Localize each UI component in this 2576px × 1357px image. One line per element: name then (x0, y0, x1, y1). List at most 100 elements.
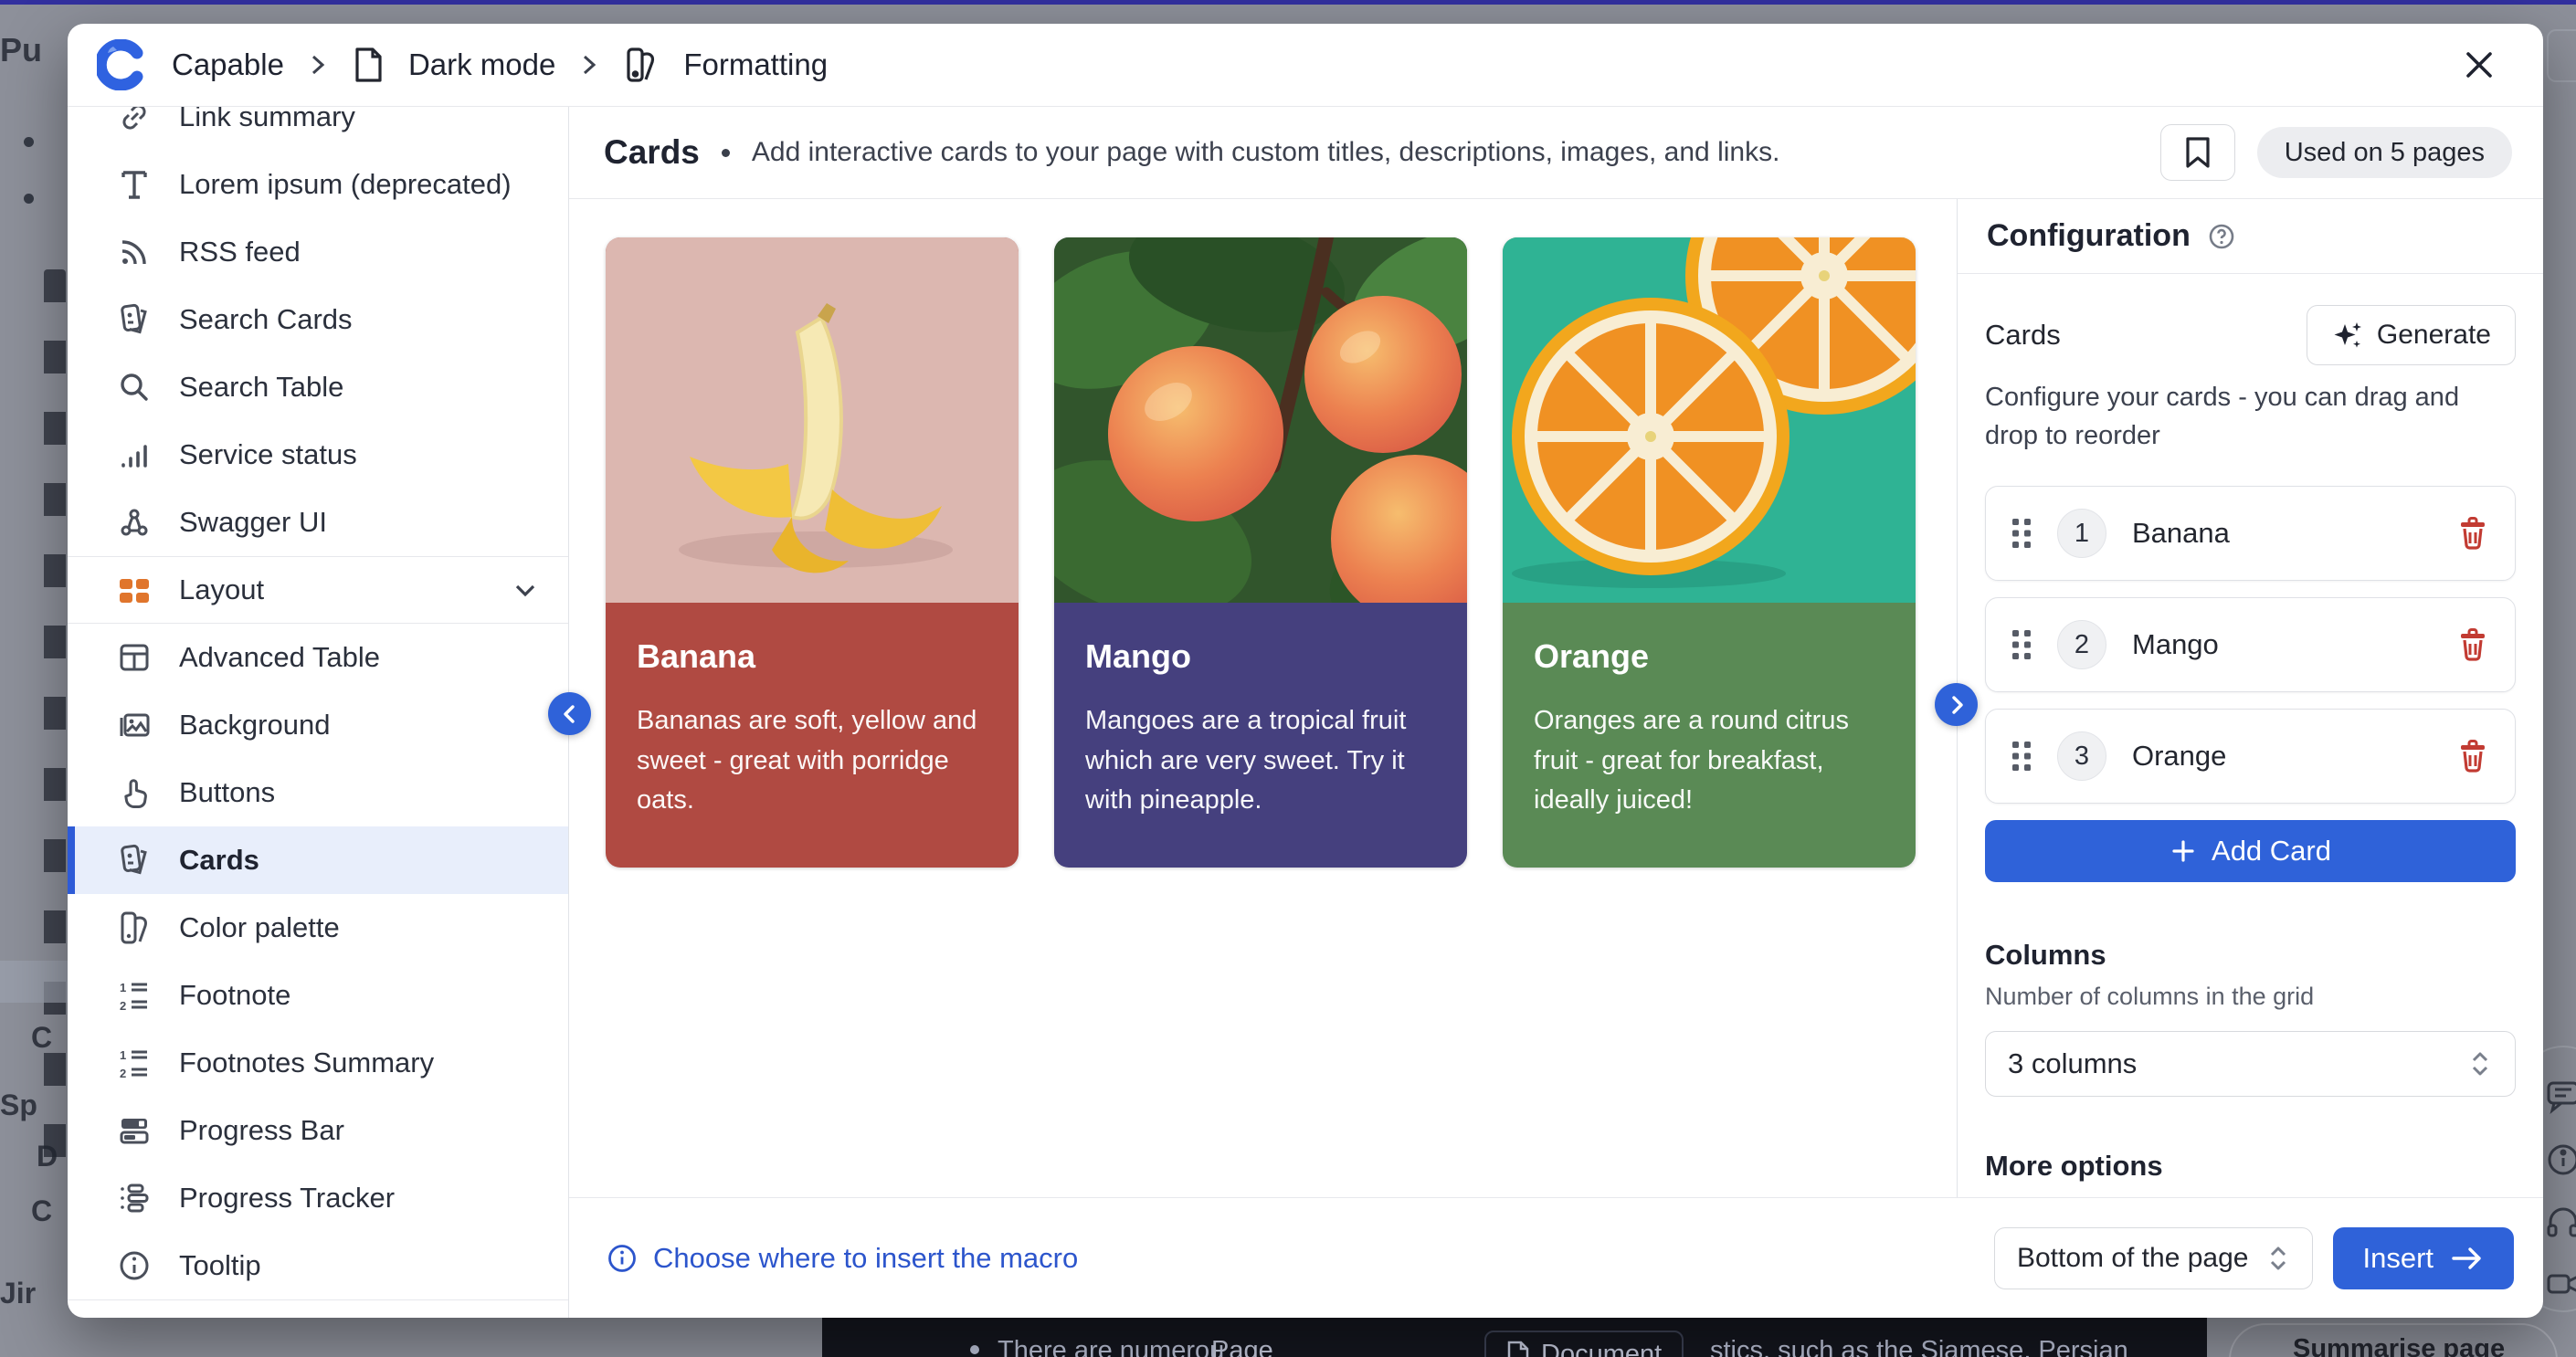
sidebar-item-footnotes-summary[interactable]: 12 Footnotes Summary (68, 1029, 568, 1097)
search-icon (115, 368, 153, 406)
preview-card-mango[interactable]: Mango Mangoes are a tropical fruit which… (1054, 237, 1467, 868)
breadcrumb-page[interactable]: Dark mode (408, 47, 555, 82)
card-row-label: Banana (2132, 517, 2230, 550)
progress-bar-icon (115, 1111, 153, 1150)
sidebar-item-search-cards[interactable]: Search Cards (68, 286, 568, 353)
cards-field-row: Cards Generate (1985, 305, 2516, 365)
sidebar-item-progress-bar[interactable]: Progress Bar (68, 1097, 568, 1164)
breadcrumb-app[interactable]: Capable (172, 47, 284, 82)
add-card-button[interactable]: Add Card (1985, 820, 2516, 882)
configuration-title: Configuration (1987, 218, 2191, 254)
breadcrumb-section[interactable]: Formatting (683, 47, 828, 82)
sidebar-item-swagger-ui[interactable]: Swagger UI (68, 489, 568, 556)
macro-main-column: Cards Add interactive cards to your page… (569, 107, 2543, 1318)
preview-card-orange[interactable]: Orange Oranges are a round citrus fruit … (1503, 237, 1916, 868)
swagger-icon (115, 503, 153, 542)
chevron-down-icon (510, 574, 541, 605)
sidebar-item-link-summary[interactable]: Link summary (68, 107, 568, 151)
columns-subtext: Number of columns in the grid (1985, 983, 2516, 1011)
sidebar-item-footnote[interactable]: 12 Footnote (68, 962, 568, 1029)
drag-handle-icon[interactable] (2011, 741, 2032, 772)
underlay-bullet (24, 194, 34, 204)
sidebar-item-progress-tracker[interactable]: Progress Tracker (68, 1164, 568, 1232)
video-icon (2545, 1266, 2576, 1302)
sidebar-item-media[interactable]: Media (68, 1300, 568, 1318)
underlay-text: Page (1211, 1336, 1273, 1357)
title-separator-dot (722, 149, 730, 157)
drag-handle-icon[interactable] (2011, 518, 2032, 549)
help-icon[interactable] (2207, 222, 2236, 251)
delete-card-button[interactable] (2456, 516, 2489, 551)
sidebar-item-color-palette[interactable]: Color palette (68, 894, 568, 962)
comment-icon (2545, 1078, 2576, 1114)
text-icon (115, 165, 153, 204)
ordered-list-icon: 12 (115, 1044, 153, 1082)
sidebar-item-service-status[interactable]: Service status (68, 421, 568, 489)
insert-position-value: Bottom of the page (2017, 1243, 2249, 1274)
macro-header: Cards Add interactive cards to your page… (569, 107, 2543, 199)
bookmark-icon (2184, 135, 2212, 170)
sidebar-section-layout[interactable]: Layout (68, 556, 568, 624)
cards-icon (115, 841, 153, 879)
macro-description: Add interactive cards to your page with … (752, 137, 1780, 168)
card-title: Banana (637, 637, 987, 676)
arrow-right-icon (2450, 1245, 2485, 1272)
more-options-section: More options Additional display settings… (1985, 1150, 2516, 1197)
card-config-row-banana[interactable]: 1 Banana (1985, 486, 2516, 581)
insert-button[interactable]: Insert (2333, 1227, 2514, 1289)
page-icon (352, 46, 385, 84)
underlay-document-pill: Document (1484, 1331, 1684, 1357)
sidebar-item-advanced-table[interactable]: Advanced Table (68, 624, 568, 691)
drag-handle-icon[interactable] (2011, 629, 2032, 660)
choose-insert-location-label: Choose where to insert the macro (653, 1242, 1078, 1275)
sidebar-item-background[interactable]: Background (68, 691, 568, 759)
add-card-label: Add Card (2212, 835, 2331, 868)
sidebar-item-cards[interactable]: Cards (68, 826, 568, 894)
columns-select-value: 3 columns (2008, 1047, 2137, 1080)
sidebar-item-search-table[interactable]: Search Table (68, 353, 568, 421)
sidebar-item-label: Color palette (179, 911, 340, 944)
expand-config-button[interactable] (1935, 683, 1978, 726)
chevron-right-icon (579, 49, 599, 80)
palette-icon (115, 909, 153, 947)
card-body: Mango Mangoes are a tropical fruit which… (1054, 603, 1467, 868)
generate-button[interactable]: Generate (2307, 305, 2516, 365)
mango-image (1054, 237, 1467, 603)
card-config-row-orange[interactable]: 3 Orange (1985, 709, 2516, 804)
updown-icon (2266, 1243, 2290, 1274)
delete-card-button[interactable] (2456, 627, 2489, 662)
card-description: Oranges are a round citrus fruit - great… (1534, 701, 1884, 821)
sidebar-item-tooltip[interactable]: Tooltip (68, 1232, 568, 1299)
sidebar-item-lorem-ipsum[interactable]: Lorem ipsum (deprecated) (68, 151, 568, 218)
chevron-right-icon (1946, 694, 1968, 716)
trash-icon (2456, 739, 2489, 773)
bookmark-button[interactable] (2160, 124, 2235, 181)
sidebar-item-label: Footnotes Summary (179, 1047, 434, 1079)
svg-text:1: 1 (120, 981, 126, 994)
ordered-list-icon: 12 (115, 976, 153, 1015)
configuration-panel: Configuration Cards (1958, 199, 2543, 1197)
underlay-editor-area: There are numerou Page Document stics, s… (822, 1318, 2207, 1357)
card-title: Mango (1085, 637, 1436, 676)
sidebar-item-rss-feed[interactable]: RSS feed (68, 218, 568, 286)
columns-heading: Columns (1985, 939, 2516, 972)
orange-image (1503, 237, 1916, 603)
configuration-content: Cards Generate Configure your cards - (1958, 274, 2543, 1197)
choose-insert-location-link[interactable]: Choose where to insert the macro (606, 1242, 1078, 1275)
columns-select[interactable]: 3 columns (1985, 1031, 2516, 1097)
delete-card-button[interactable] (2456, 739, 2489, 773)
underlay-top-app-bar (0, 0, 2576, 5)
insert-position-select[interactable]: Bottom of the page (1994, 1227, 2314, 1289)
preview-card-banana[interactable]: Banana Bananas are soft, yellow and swee… (606, 237, 1019, 868)
capable-logo (97, 39, 148, 90)
cards-icon (115, 300, 153, 339)
sidebar-item-buttons[interactable]: Buttons (68, 759, 568, 826)
card-config-row-mango[interactable]: 2 Mango (1985, 597, 2516, 692)
insert-button-label: Insert (2362, 1242, 2433, 1275)
sidebar-item-label: RSS feed (179, 236, 301, 268)
sidebar-item-label: Link summary (179, 107, 355, 133)
bar-chart-icon (115, 436, 153, 474)
sidebar-item-label: Buttons (179, 776, 275, 809)
close-button[interactable] (2454, 39, 2505, 90)
collapse-sidebar-button[interactable] (548, 692, 591, 735)
